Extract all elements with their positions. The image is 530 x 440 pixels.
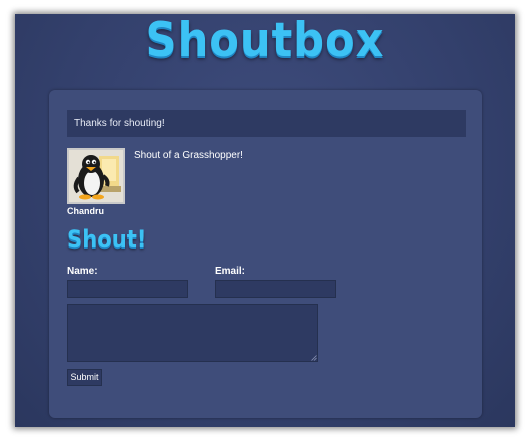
submit-button[interactable]: Submit xyxy=(67,369,102,386)
app-window: Shoutbox Thanks for shouting! Chandru Sh… xyxy=(15,14,515,427)
resize-grip-icon[interactable] xyxy=(311,355,317,361)
shout-form-heading: Shout! xyxy=(67,225,147,253)
email-input[interactable] xyxy=(215,280,336,298)
shout-message-textarea[interactable] xyxy=(67,304,318,362)
name-input[interactable] xyxy=(67,280,188,298)
app-logo-title: Shoutbox xyxy=(145,14,385,68)
flash-message: Thanks for shouting! xyxy=(67,110,466,137)
email-label: Email: xyxy=(215,266,246,277)
shoutbox-panel: Thanks for shouting! Chandru Shout of a … xyxy=(49,90,482,418)
shout-list-item: Chandru Shout of a Grasshopper! xyxy=(67,148,466,220)
penguin-avatar-icon xyxy=(67,148,125,204)
shout-message: Shout of a Grasshopper! xyxy=(134,150,243,161)
shout-author: Chandru xyxy=(67,206,104,216)
name-label: Name: xyxy=(67,266,98,277)
